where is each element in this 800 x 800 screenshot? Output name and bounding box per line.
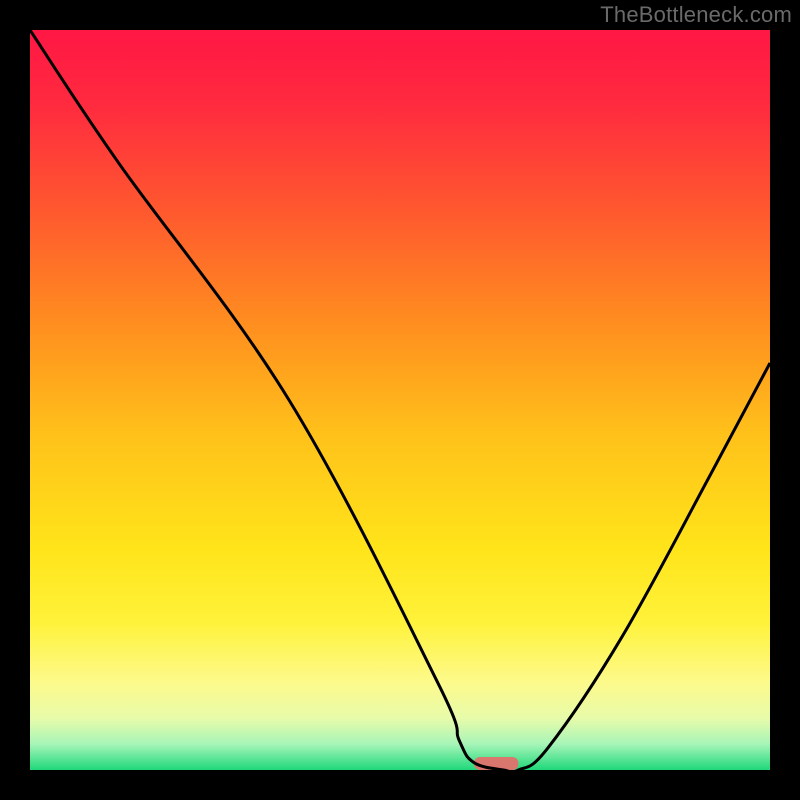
bottleneck-chart bbox=[30, 30, 770, 770]
watermark-text: TheBottleneck.com bbox=[600, 2, 792, 28]
chart-frame: TheBottleneck.com bbox=[0, 0, 800, 800]
gradient-background bbox=[30, 30, 770, 770]
plot-area bbox=[30, 30, 770, 770]
